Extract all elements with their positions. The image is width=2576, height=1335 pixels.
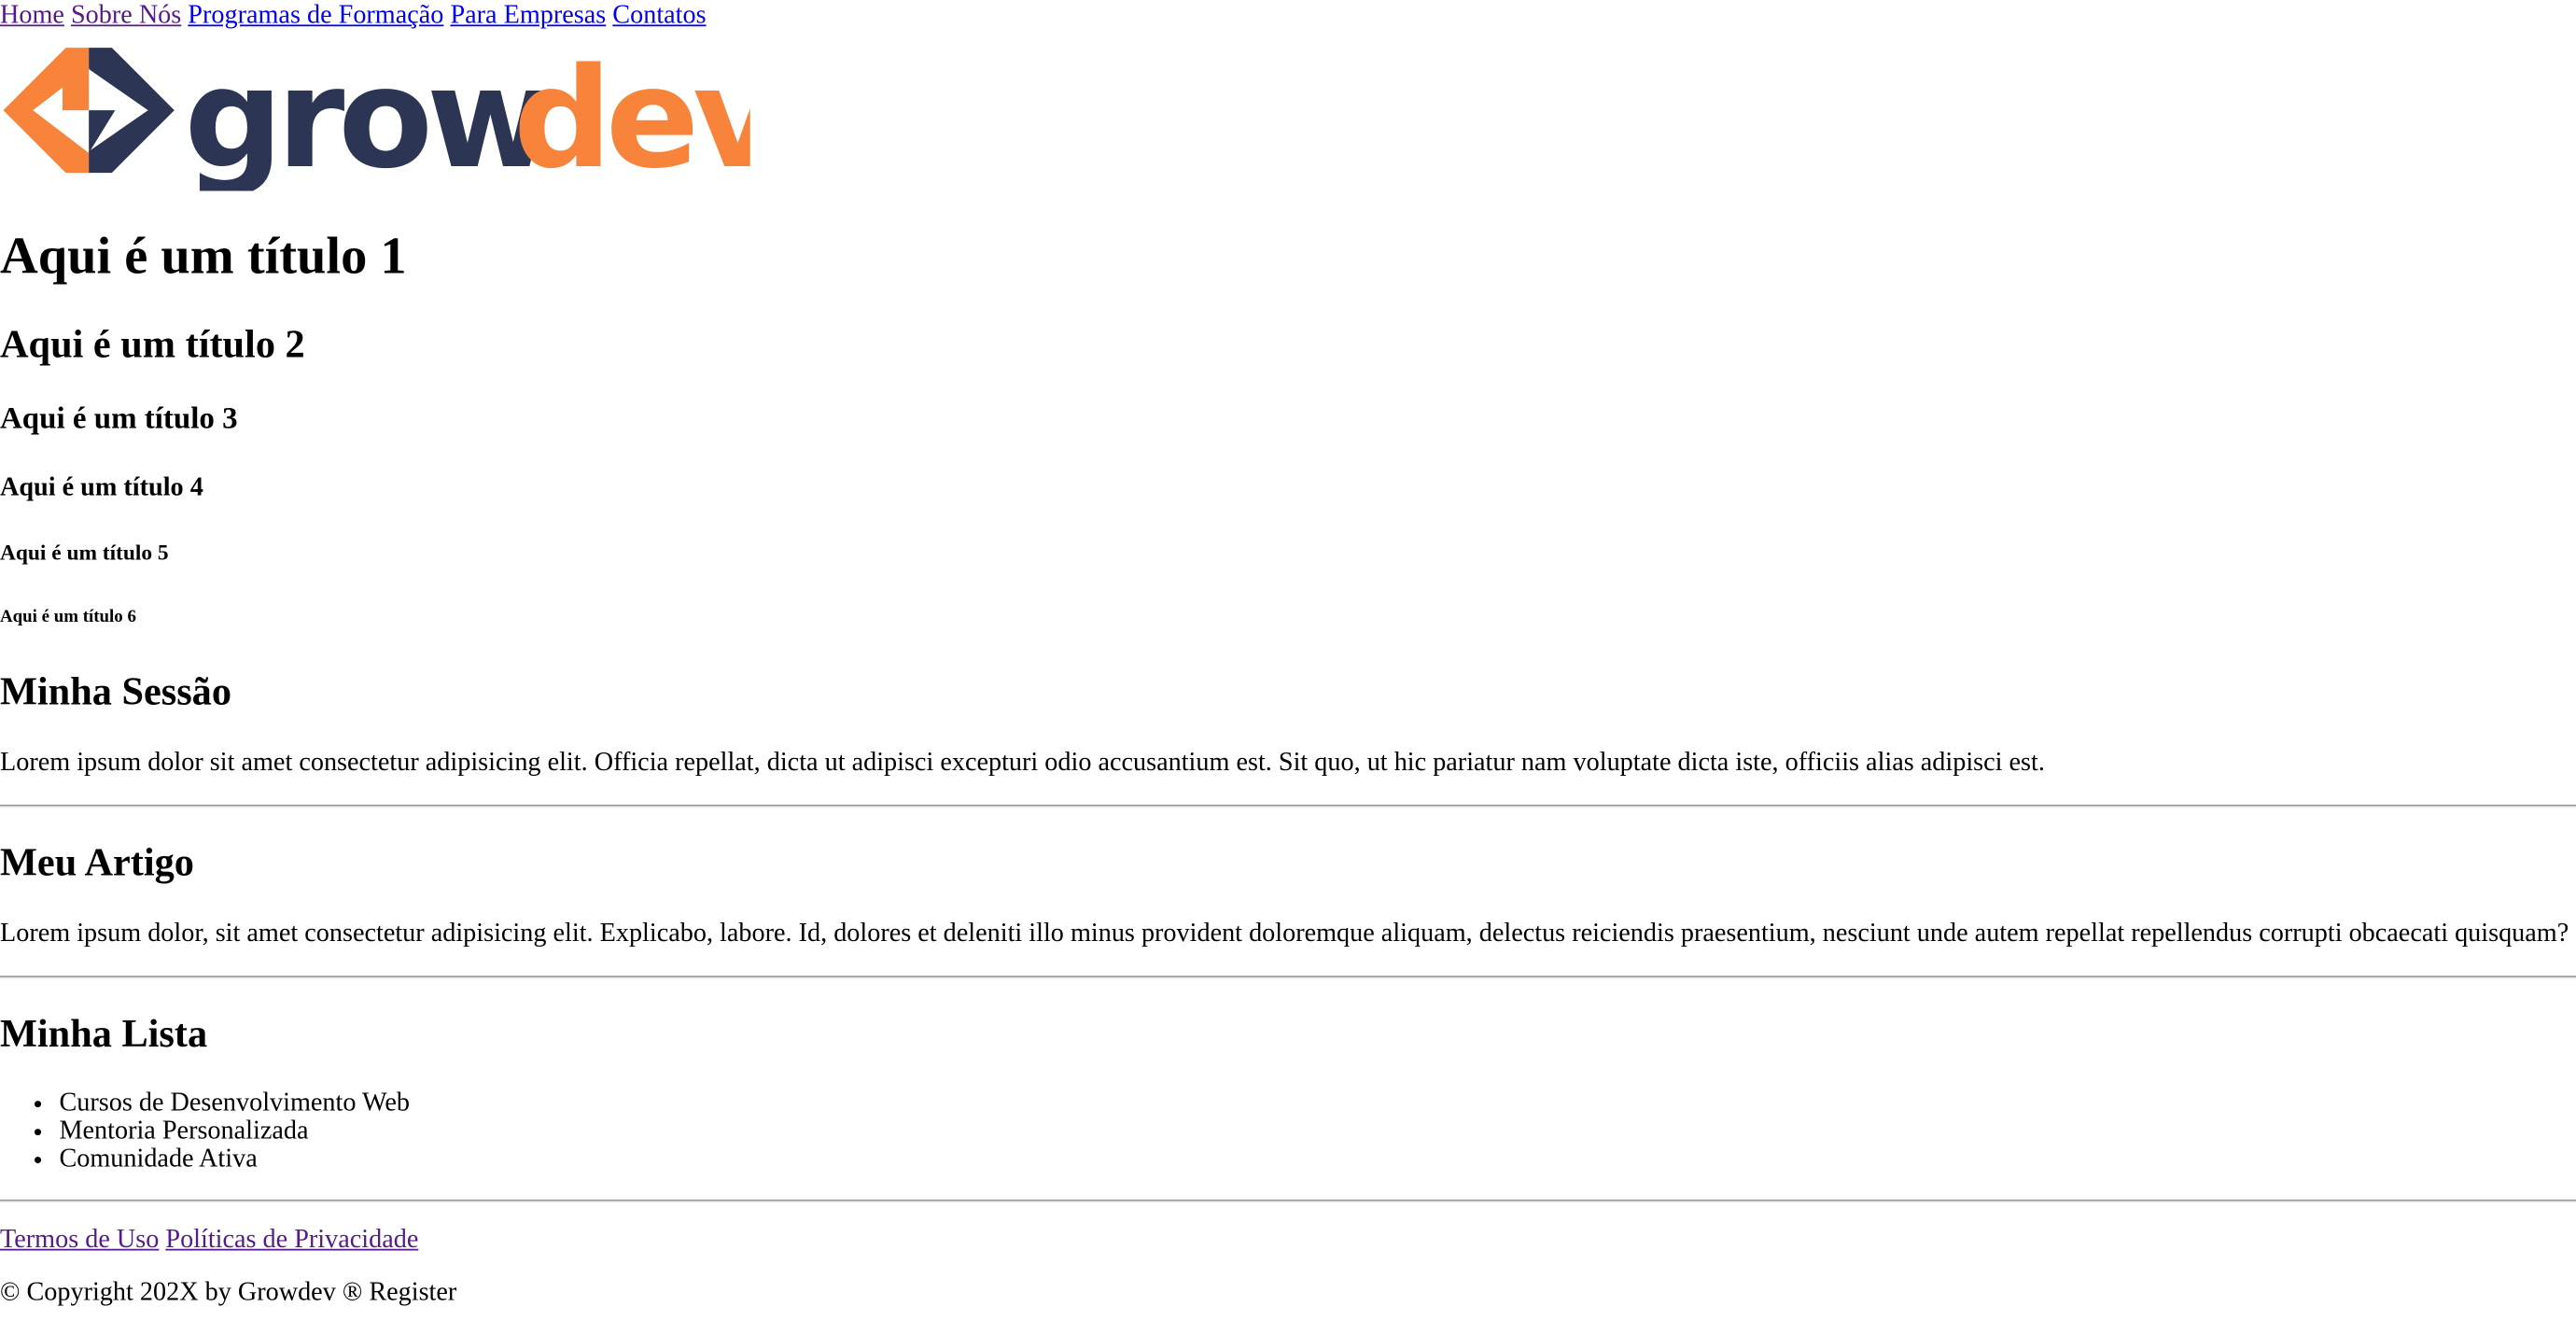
divider <box>0 975 2576 978</box>
logo-mark-icon <box>3 48 175 174</box>
heading-6: Aqui é um título 6 <box>0 607 136 627</box>
section-text: Lorem ipsum dolor sit amet consectetur a… <box>0 748 2045 777</box>
article-title: Meu Artigo <box>0 841 194 885</box>
section-minha-sessao: Minha Sessão Lorem ipsum dolor sit amet … <box>0 669 2576 778</box>
list-title: Minha Lista <box>0 1012 208 1056</box>
article-text: Lorem ipsum dolor, sit amet consectetur … <box>0 919 2569 948</box>
heading-3: Aqui é um título 3 <box>0 400 238 436</box>
growdev-logo: grow dev <box>3 38 750 190</box>
section-title: Minha Sessão <box>0 670 231 714</box>
heading-5: Aqui é um título 5 <box>0 540 169 565</box>
logo-wordmark-grow: grow <box>184 38 550 190</box>
divider <box>0 1200 2576 1204</box>
logo-wordmark-dev: dev <box>513 38 750 190</box>
nav-link-programas[interactable]: Programas de Formação <box>188 2 443 30</box>
footer-link-termos[interactable]: Termos de Uso <box>0 1227 159 1255</box>
list-item: Comunidade Ativa <box>59 1145 2576 1173</box>
bullet-list: Cursos de Desenvolvimento Web Mentoria P… <box>0 1089 2576 1173</box>
nav-link-home[interactable]: Home <box>0 2 64 30</box>
footer-link-privacidade[interactable]: Políticas de Privacidade <box>165 1227 418 1255</box>
divider <box>0 804 2576 808</box>
page-footer: Termos de Uso Políticas de Privacidade ©… <box>0 1227 2576 1309</box>
top-nav: Home Sobre Nós Programas de Formação Par… <box>0 0 2576 33</box>
heading-1: Aqui é um título 1 <box>0 226 407 286</box>
nav-link-contatos[interactable]: Contatos <box>612 2 706 30</box>
nav-link-sobre-nos[interactable]: Sobre Nós <box>71 2 181 30</box>
heading-4: Aqui é um título 4 <box>0 473 203 502</box>
copyright-text: © Copyright 202X by Growdev ® Register <box>0 1279 457 1308</box>
article-meu-artigo: Meu Artigo Lorem ipsum dolor, sit amet c… <box>0 840 2576 949</box>
list-item: Cursos de Desenvolvimento Web <box>59 1089 2576 1117</box>
page-root: Home Sobre Nós Programas de Formação Par… <box>0 0 2576 1335</box>
heading-2: Aqui é um título 2 <box>0 323 305 367</box>
list-item: Mentoria Personalizada <box>59 1117 2576 1145</box>
section-minha-lista: Minha Lista Cursos de Desenvolvimento We… <box>0 1011 2576 1174</box>
footer-links: Termos de Uso Políticas de Privacidade <box>0 1227 2576 1257</box>
nav-link-empresas[interactable]: Para Empresas <box>450 2 606 30</box>
